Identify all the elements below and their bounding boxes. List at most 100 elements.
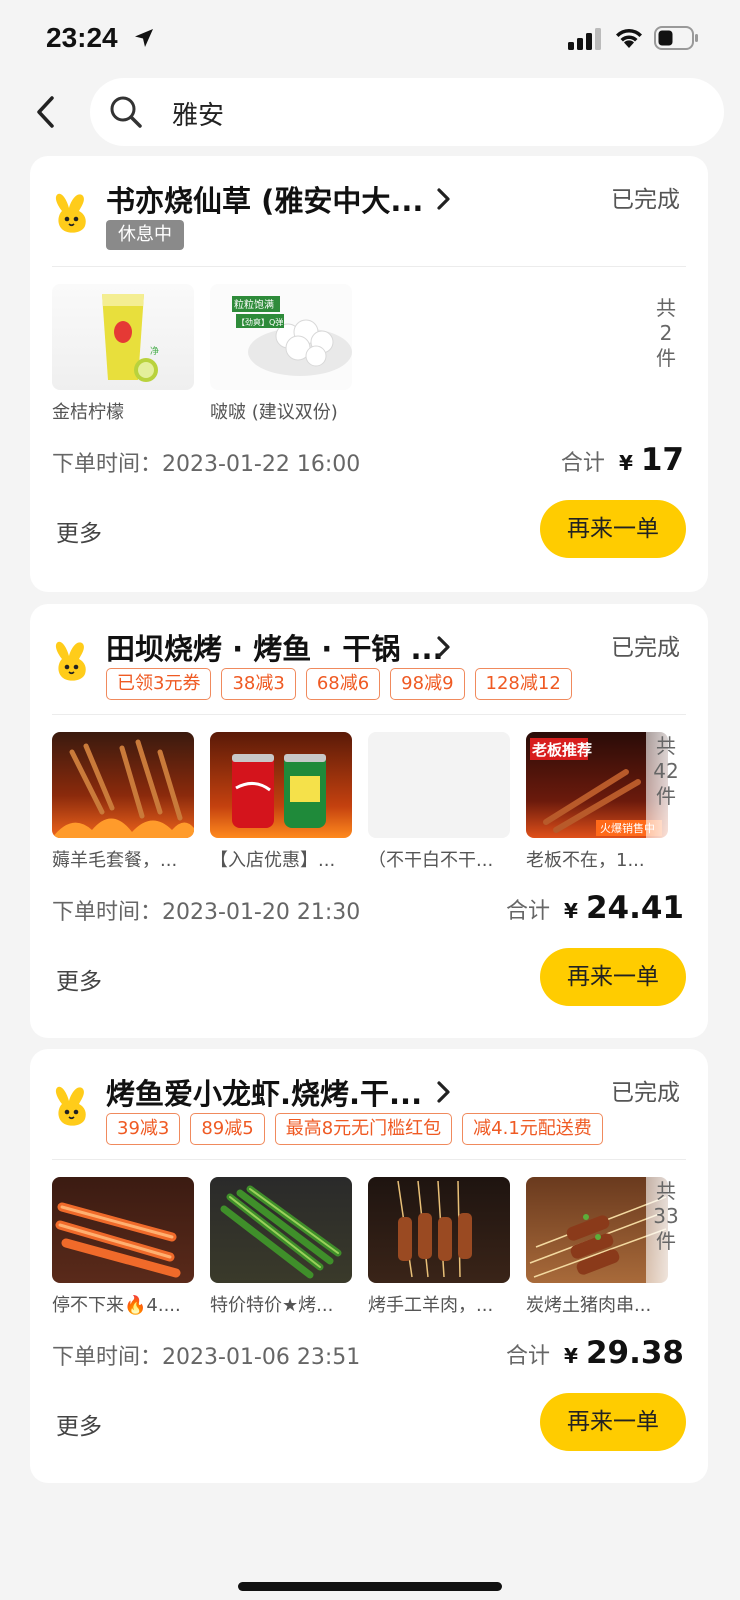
product-image-caption: 粒粒饱满 [234,298,274,311]
search-icon [110,96,142,128]
reorder-button[interactable]: 再来一单 [540,948,686,1006]
more-button[interactable]: 更多 [56,962,102,996]
item-count-suffix: 件 [656,346,676,370]
product-image: 粒粒饱满 【劲爽】Q弹 [210,284,352,390]
reorder-button[interactable]: 再来一单 [540,1393,686,1451]
item-list[interactable]: 净 金桔柠檬 粒粒饱满 【劲爽】Q弹 啵啵 (建议双份) [52,284,352,424]
total-amount: 24.41 [585,890,684,926]
list-item[interactable]: （不干白不干... [368,732,510,872]
product-image [210,1177,352,1283]
order-total: 合计 ¥ 24.41 [506,890,684,926]
item-count-suffix: 件 [656,1229,676,1253]
item-name: （不干白不干... [368,850,494,871]
list-item[interactable]: 【入店优惠】... [210,732,352,872]
item-count-prefix: 共 [656,734,676,758]
list-item[interactable]: 粒粒饱满 【劲爽】Q弹 啵啵 (建议双份) [210,284,352,424]
order-time: 下单时间：2023-01-22 16:00 [52,446,360,478]
status-bar: 23:24 [0,0,740,80]
currency-symbol: ¥ [564,1344,578,1368]
total-label: 合计 [506,899,551,924]
order-total: 合计 ¥ 29.38 [506,1335,684,1371]
order-status: 已完成 [611,1080,680,1106]
order-time-value: 2023-01-22 16:00 [162,452,361,477]
product-image [52,1177,194,1283]
item-list[interactable]: 停不下来🔥4.... 特价特价★烤... 烤手工羊肉，... 炭烤土猪肉串... [52,1177,668,1317]
search-row: 雅安 [0,78,740,146]
more-button[interactable]: 更多 [56,1407,102,1441]
promo-tag: 89减5 [190,1113,265,1145]
shop-name[interactable]: 田坝烧烤 · 烤鱼 · 干锅 ... [106,626,444,668]
item-name: 薅羊毛套餐，... [52,850,178,871]
location-arrow-icon [135,29,153,47]
svg-text:净: 净 [150,345,159,357]
cellular-signal-icon [568,28,601,50]
shop-name[interactable]: 书亦烧仙草 (雅安中大... [106,178,423,220]
promo-tag: 98减9 [390,668,465,700]
status-time: 23:24 [46,22,118,53]
order-card[interactable]: 书亦烧仙草 (雅安中大... 已完成 休息中 净 金桔柠檬 粒粒饱满 【劲爽】Q… [30,156,708,592]
item-count-prefix: 共 [656,296,676,320]
shop-logo-icon [55,641,86,681]
item-list[interactable]: 薅羊毛套餐，... 【入店优惠】... （不干白不干... 老板推荐 火爆销售中… [52,732,668,872]
order-time-value: 2023-01-06 23:51 [162,1345,361,1370]
promo-tag: 38减3 [221,668,296,700]
promo-tags: 39减3 89减5 最高8元无门槛红包 减4.1元配送费 [106,1113,603,1145]
reorder-button[interactable]: 再来一单 [540,500,686,558]
product-image: 净 [52,284,194,390]
promo-tag: 已领3元券 [106,668,212,700]
shop-logo-icon [55,193,86,233]
order-card[interactable]: 烤鱼爱小龙虾.烧烤.干... 已完成 39减3 89减5 最高8元无门槛红包 减… [30,1049,708,1483]
item-count-suffix: 件 [656,784,676,808]
promo-tags: 已领3元券 38减3 68减6 98减9 128减12 [106,668,572,700]
chevron-right-icon[interactable] [434,1077,454,1107]
list-item[interactable]: 薅羊毛套餐，... [52,732,194,872]
product-image-caption: 老板推荐 [531,741,592,759]
product-image [368,1177,510,1283]
search-input[interactable]: 雅安 [90,78,724,146]
item-name: 炭烤土猪肉串... [526,1295,652,1316]
chevron-right-icon[interactable] [434,632,454,662]
item-count: 共 33 件 [646,1177,686,1283]
item-count-prefix: 共 [656,1179,676,1203]
item-name: 停不下来🔥4.... [52,1295,181,1316]
currency-symbol: ¥ [564,899,578,923]
list-item[interactable]: 净 金桔柠檬 [52,284,194,424]
order-total: 合计 ¥ 17 [561,442,684,478]
order-time: 下单时间：2023-01-20 21:30 [52,894,360,926]
more-button[interactable]: 更多 [56,514,102,548]
order-time: 下单时间：2023-01-06 23:51 [52,1339,360,1371]
item-count-value: 2 [659,321,673,345]
order-status: 已完成 [611,187,680,213]
list-item[interactable]: 特价特价★烤... [210,1177,352,1317]
currency-symbol: ¥ [618,451,633,475]
list-item[interactable]: 烤手工羊肉，... [368,1177,510,1317]
search-query: 雅安 [172,101,225,131]
shop-logo-icon [55,1086,86,1126]
wifi-icon [616,28,642,48]
item-count-value: 42 [653,759,679,783]
home-indicator[interactable] [238,1582,502,1591]
product-image-caption: 【劲爽】Q弹 [237,317,283,327]
rest-status-badge: 休息中 [106,220,184,250]
order-time-label: 下单时间： [52,1345,163,1370]
item-name: 【入店优惠】... [210,850,336,871]
order-status: 已完成 [611,635,680,661]
shop-name[interactable]: 烤鱼爱小龙虾.烧烤.干... [106,1071,422,1113]
promo-tag: 68减6 [305,668,381,700]
divider [52,266,686,267]
promo-tag: 39减3 [106,1113,181,1145]
total-amount: 17 [640,442,684,478]
item-name: 啵啵 (建议双份) [210,402,338,423]
promo-tag: 最高8元无门槛红包 [274,1113,453,1145]
item-name: 烤手工羊肉，... [368,1295,494,1316]
total-label: 合计 [506,1344,551,1369]
back-chevron-icon[interactable] [30,92,62,132]
list-item[interactable]: 停不下来🔥4.... [52,1177,194,1317]
chevron-right-icon[interactable] [434,184,454,214]
item-name: 老板不在，1... [526,850,645,871]
order-time-label: 下单时间： [52,452,163,477]
battery-icon [654,26,698,50]
order-card[interactable]: 田坝烧烤 · 烤鱼 · 干锅 ... 已完成 已领3元券 38减3 68减6 9… [30,604,708,1038]
divider [52,1159,686,1160]
total-amount: 29.38 [585,1335,684,1371]
